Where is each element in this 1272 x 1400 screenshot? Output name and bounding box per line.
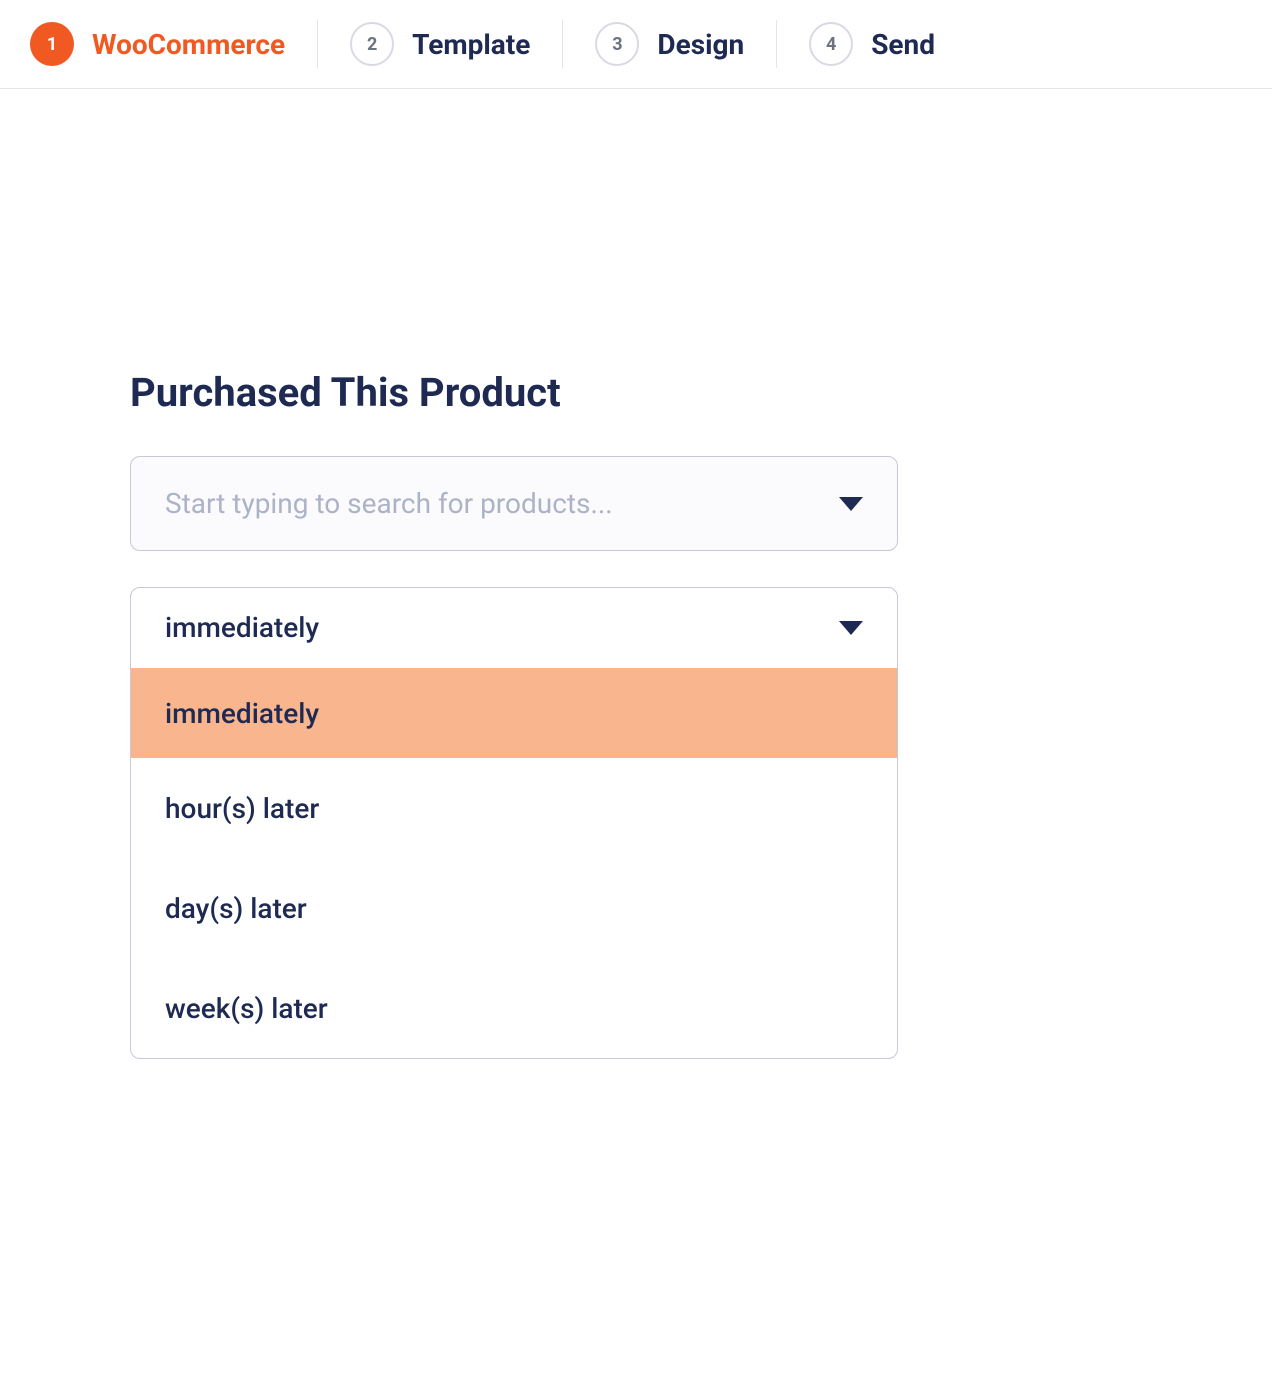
step-template[interactable]: 2 Template (350, 22, 562, 66)
step-woocommerce[interactable]: 1 WooCommerce (30, 22, 317, 66)
step-number-1: 1 (30, 22, 74, 66)
section-title: Purchased This Product (130, 369, 770, 416)
content-area: Purchased This Product Start typing to s… (0, 89, 900, 1059)
caret-down-icon (839, 497, 863, 511)
timing-dropdown: immediately immediately hour(s) later da… (130, 587, 898, 1059)
timing-selected-value: immediately (165, 611, 319, 644)
step-label-design: Design (657, 28, 744, 61)
timing-option-hours[interactable]: hour(s) later (131, 758, 897, 858)
step-label-woocommerce: WooCommerce (92, 28, 285, 61)
stepper: 1 WooCommerce 2 Template 3 Design 4 Send (0, 0, 1272, 89)
step-number-2: 2 (350, 22, 394, 66)
step-number-3: 3 (595, 22, 639, 66)
step-divider (776, 20, 777, 68)
timing-option-days[interactable]: day(s) later (131, 858, 897, 958)
product-search-field[interactable]: Start typing to search for products... (130, 456, 898, 551)
step-divider (317, 20, 318, 68)
caret-down-icon (839, 621, 863, 635)
step-label-send: Send (871, 28, 935, 61)
timing-dropdown-toggle[interactable]: immediately (131, 588, 897, 668)
timing-option-weeks[interactable]: week(s) later (131, 958, 897, 1058)
step-number-4: 4 (809, 22, 853, 66)
step-divider (562, 20, 563, 68)
step-label-template: Template (412, 28, 530, 61)
step-design[interactable]: 3 Design (595, 22, 776, 66)
step-send[interactable]: 4 Send (809, 22, 967, 66)
search-placeholder: Start typing to search for products... (165, 487, 613, 520)
timing-option-immediately[interactable]: immediately (131, 668, 897, 758)
